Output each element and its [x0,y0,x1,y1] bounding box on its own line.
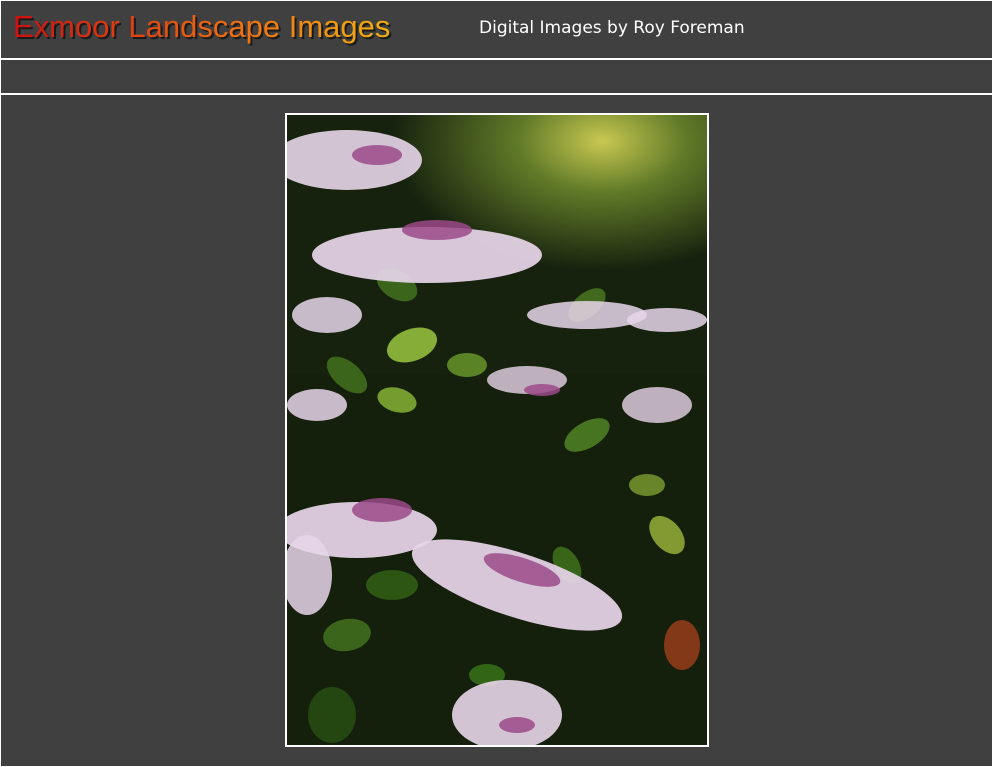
nav-bar [1,60,992,95]
hydrangea-photo[interactable] [287,115,707,745]
site-header: Exmoor Landscape Images Exmoor Landscape… [1,1,992,60]
photo-frame [285,113,709,747]
site-title[interactable]: Exmoor Landscape Images [13,9,390,45]
site-subtitle: Digital Images by Roy Foreman [479,18,745,38]
page: Exmoor Landscape Images Exmoor Landscape… [0,0,993,767]
